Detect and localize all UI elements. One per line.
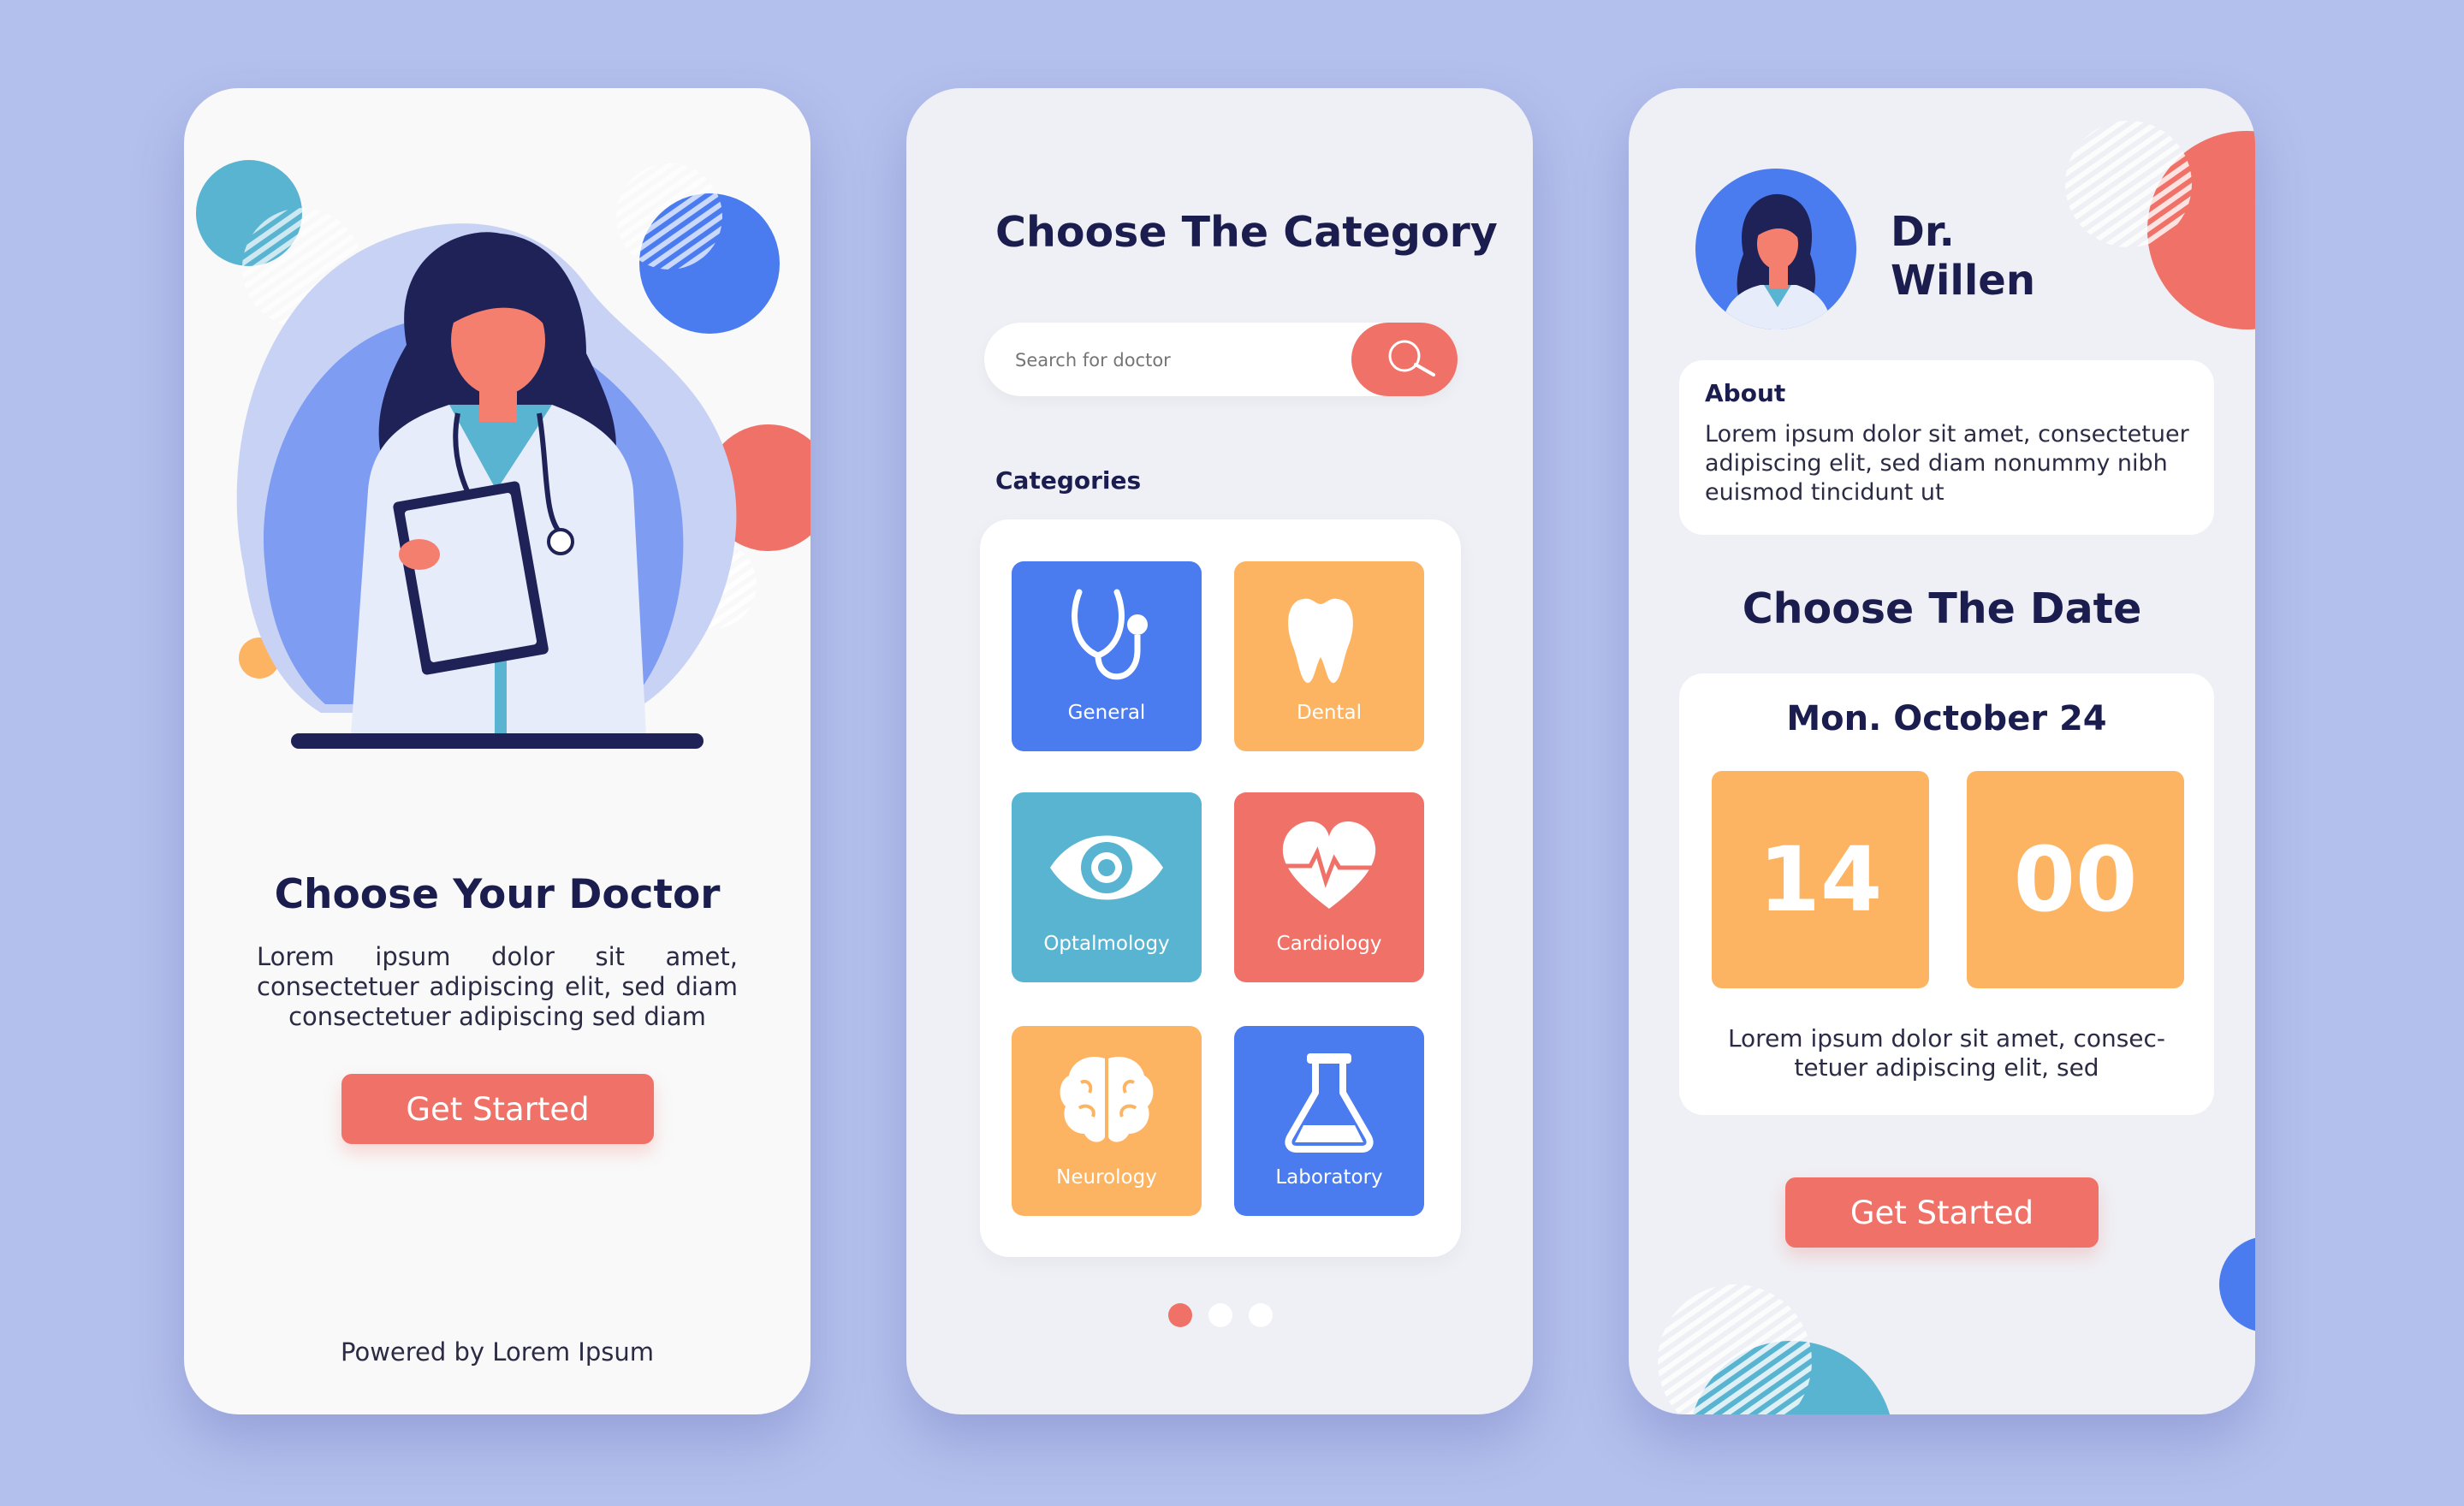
- heart-icon: [1282, 821, 1376, 909]
- pagination-dot[interactable]: [1249, 1303, 1273, 1327]
- category-label: General: [1067, 702, 1146, 724]
- get-started-button[interactable]: Get Started: [341, 1074, 654, 1144]
- search-button[interactable]: [1351, 323, 1458, 396]
- onboarding-description: Lorem ipsum dolor sit amet, consectetuer…: [257, 942, 738, 1031]
- category-screen: Choose The Category Categories General: [906, 88, 1533, 1414]
- category-neurology[interactable]: Neurology: [1012, 1026, 1202, 1216]
- page-title: Choose Your Doctor: [274, 871, 721, 918]
- brain-icon: [1060, 1057, 1154, 1142]
- search-icon: [1388, 340, 1435, 376]
- about-title: About: [1705, 379, 1786, 407]
- about-text: Lorem ipsum dolor sit amet, consectetuer…: [1705, 421, 2189, 506]
- about-card: About Lorem ipsum dolor sit amet, consec…: [1679, 360, 2214, 535]
- categories-heading: Categories: [995, 466, 1142, 495]
- minute-selector[interactable]: 00: [1967, 771, 2184, 988]
- doctor-avatar-illustration: [1721, 193, 1832, 329]
- category-label: Dental: [1297, 702, 1362, 724]
- category-label: Laboratory: [1275, 1166, 1383, 1189]
- date-note: Lorem ipsum dolor sit amet, consec- tetu…: [1727, 1024, 2166, 1082]
- category-label: Neurology: [1056, 1166, 1157, 1189]
- stethoscope-icon: [1072, 589, 1148, 680]
- date-card: Mon. October 24 14 00 Lorem ipsum dolor …: [1679, 673, 2214, 1115]
- page-title: Choose The Category: [995, 208, 1498, 257]
- powered-by-footer: Powered by Lorem Ipsum: [341, 1337, 654, 1367]
- get-started-button[interactable]: Get Started: [1785, 1177, 2099, 1248]
- category-grid: General Dental Optalmology Cardiology Ne…: [980, 519, 1461, 1257]
- search-input[interactable]: [1013, 341, 1342, 379]
- pagination-dot[interactable]: [1208, 1303, 1232, 1327]
- category-optalmology[interactable]: Optalmology: [1012, 792, 1202, 982]
- category-dental[interactable]: Dental: [1234, 561, 1424, 751]
- tooth-icon: [1288, 598, 1353, 684]
- date-section-title: Choose The Date: [1742, 584, 2142, 633]
- flask-icon: [1285, 1053, 1374, 1153]
- eye-icon: [1050, 835, 1163, 900]
- doctor-illustration: [196, 160, 810, 749]
- onboarding-screen: Choose Your Doctor Lorem ipsum dolor sit…: [184, 88, 810, 1414]
- booking-screen: Dr. Willen About Lorem ipsum dolor sit a…: [1629, 88, 2255, 1414]
- doctor-name: Dr. Willen: [1891, 208, 2036, 305]
- pagination-dots: [1168, 1303, 1279, 1329]
- avatar: [1695, 169, 1856, 329]
- category-general[interactable]: General: [1012, 561, 1202, 751]
- selected-date: Mon. October 24: [1786, 699, 2107, 738]
- category-label: Optalmology: [1043, 933, 1170, 955]
- pagination-dot-active[interactable]: [1168, 1303, 1192, 1327]
- hour-selector[interactable]: 14: [1712, 771, 1929, 988]
- category-laboratory[interactable]: Laboratory: [1234, 1026, 1424, 1216]
- category-label: Cardiology: [1276, 933, 1382, 955]
- category-cardiology[interactable]: Cardiology: [1234, 792, 1424, 982]
- search-bar: [984, 323, 1458, 396]
